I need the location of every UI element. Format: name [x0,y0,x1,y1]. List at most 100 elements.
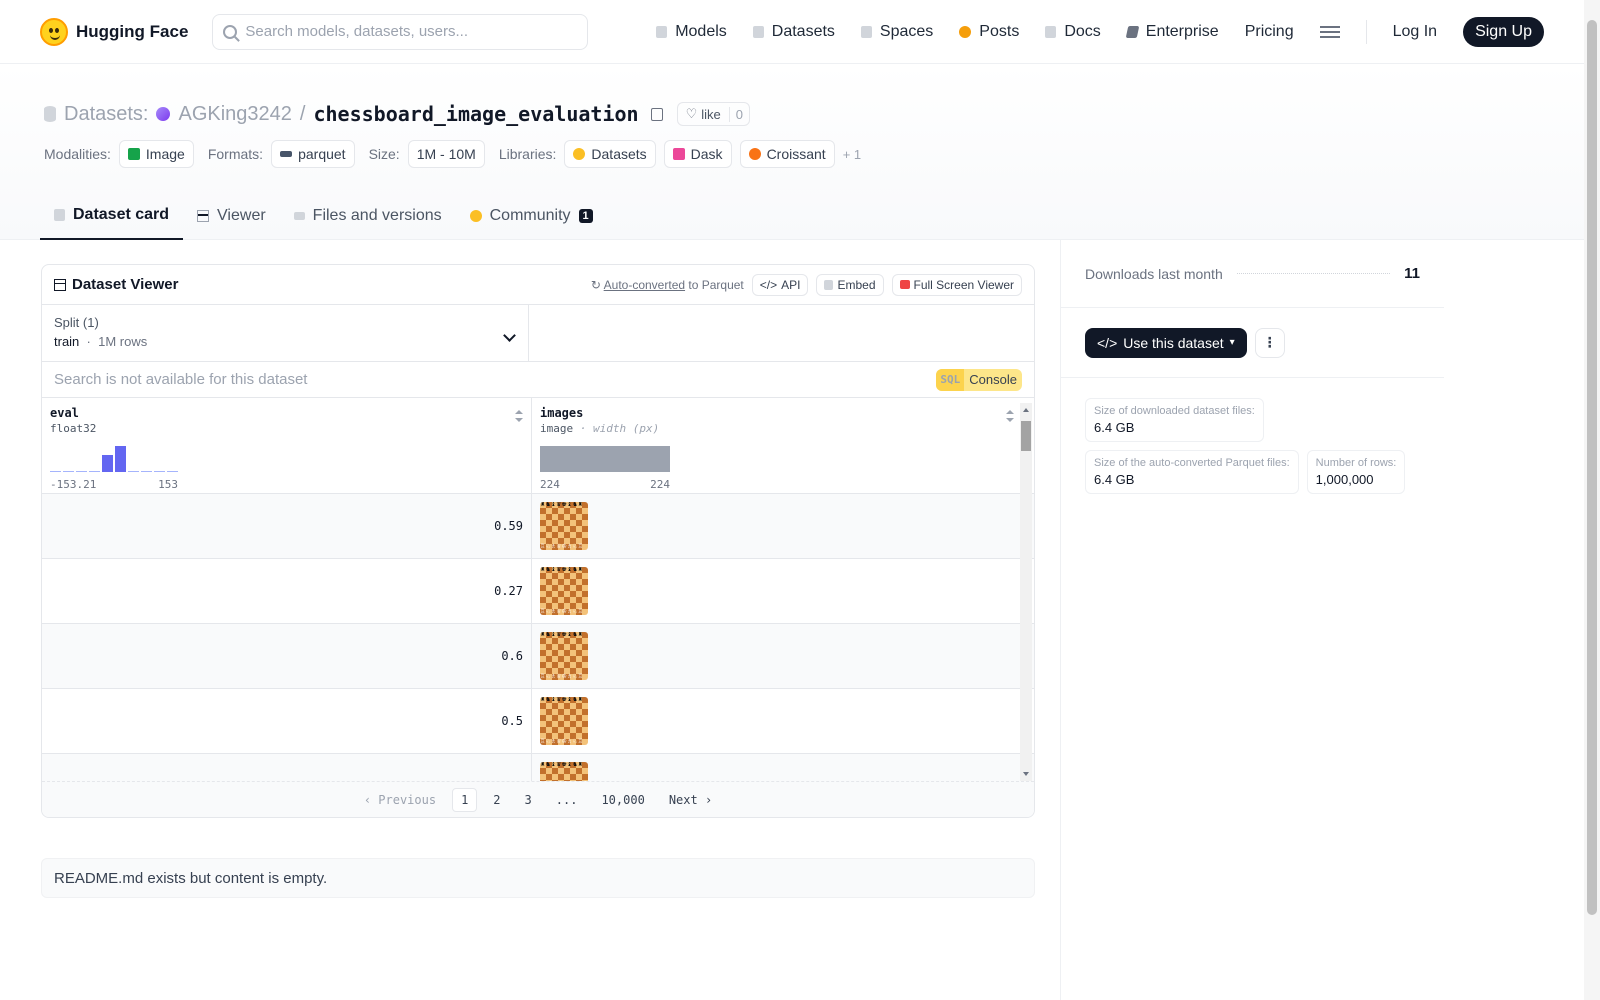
size-tag[interactable]: 1M - 10M [407,140,485,168]
community-icon [469,210,482,222]
library-datasets-label: Datasets [591,146,647,162]
split-selector[interactable]: Split (1) train · 1M rows [42,305,529,361]
tab-community[interactable]: Community 1 [456,192,607,240]
nav-datasets[interactable]: Datasets [752,23,835,41]
table-row[interactable] [42,754,1034,782]
library-tag-dask[interactable]: Dask [663,140,732,168]
tab-files[interactable]: Files and versions [280,192,456,240]
page-scrollbar[interactable] [1584,0,1600,1000]
embed-label: Embed [837,277,876,292]
nav-enterprise[interactable]: Enterprise [1125,23,1219,41]
more-libraries[interactable]: + 1 [843,147,861,162]
column-header-images[interactable]: images image · width (px) 224 224 [532,398,1022,493]
dataset-card-icon [54,209,65,221]
chessboard-thumbnail[interactable] [540,697,588,745]
nav-spaces-label: Spaces [879,22,934,40]
embed-icon [824,279,834,290]
models-icon [656,25,668,38]
previous-page-button[interactable]: ‹ Previous [356,789,444,811]
auto-converted-link[interactable]: Auto-converted [604,278,685,292]
table-row[interactable]: 0.59 [42,494,1034,559]
stat-label: Size of the auto-converted Parquet files… [1094,457,1290,469]
croissant-icon [748,148,761,160]
chessboard-thumbnail[interactable] [540,567,588,615]
chessboard-thumbnail[interactable] [540,502,588,550]
page-3[interactable]: 3 [517,789,540,811]
datasets-breadcrumb[interactable]: Datasets: [64,103,148,126]
image-cell[interactable] [532,689,1022,753]
table-scrollbar[interactable] [1020,403,1032,781]
format-tag-parquet[interactable]: parquet [271,140,355,168]
dataset-stats: Size of downloaded dataset files: 6.4 GB S… [1061,378,1444,514]
embed-button[interactable]: Embed [816,273,884,296]
chessboard-thumbnail[interactable] [540,632,588,680]
table-row[interactable]: 0.6 [42,624,1034,689]
global-search[interactable] [212,13,589,50]
console-label: Console [969,372,1017,387]
use-this-dataset-button[interactable]: </> Use this dataset ▾ [1085,327,1247,358]
column-type: float32 [50,422,97,435]
sort-icon[interactable] [515,410,523,422]
modality-label: Image [145,146,185,162]
page-scrollbar-thumb[interactable] [1587,20,1597,915]
more-options-button[interactable]: ⋮ [1254,327,1285,358]
spaces-icon [860,25,872,38]
histogram-bar [115,446,126,472]
column-header-eval[interactable]: eval float32 -153.21 153 [42,398,532,493]
nav-posts[interactable]: Posts [959,23,1019,41]
table-body: 0.590.270.60.5 [42,494,1034,782]
page-2[interactable]: 2 [485,789,508,811]
scrollbar-thumb[interactable] [1021,421,1031,451]
nav-docs[interactable]: Docs [1045,23,1101,41]
column-type: image [540,422,574,435]
chessboard-thumbnail[interactable] [540,762,588,782]
eval-histogram [50,446,178,472]
library-tag-datasets[interactable]: Datasets [564,140,656,168]
image-cell[interactable] [532,494,1022,558]
stat-value: 6.4 GB [1094,420,1135,435]
tab-viewer[interactable]: Viewer [183,192,280,240]
fullscreen-icon [899,280,910,289]
tab-dataset-card[interactable]: Dataset card [40,192,184,240]
table-row[interactable]: 0.27 [42,559,1034,624]
enterprise-icon [1125,25,1140,38]
nav-pricing-label: Pricing [1244,22,1294,40]
api-button[interactable]: </> API [751,273,809,296]
brand-link[interactable]: Hugging Face [40,17,188,46]
nav-spaces[interactable]: Spaces [860,22,934,41]
stat-value: 6.4 GB [1094,472,1135,487]
database-icon [44,106,56,122]
image-cell[interactable] [532,559,1022,623]
image-cell[interactable] [532,624,1022,688]
stat-value: 1,000,000 [1315,472,1374,487]
image-cell[interactable] [532,754,1022,782]
sort-icon[interactable] [1006,410,1014,422]
dataset-name[interactable]: chessboard_image_evaluation [313,102,638,126]
dataset-viewer: Dataset Viewer ↻ Auto-converted to Parqu… [41,264,1035,818]
more-menu-icon[interactable] [1319,25,1340,38]
histogram-bar [167,471,178,472]
formats-label: Formats: [207,146,264,162]
owner-avatar [156,107,171,121]
nav-models-label: Models [675,22,727,40]
search-input[interactable] [245,23,566,40]
page-last[interactable]: 10,000 [593,789,652,811]
library-tag-croissant[interactable]: Croissant [739,140,835,168]
image-width-bar [540,446,670,472]
owner-link[interactable]: AGKing3242 [178,103,291,126]
signup-button[interactable]: Sign Up [1463,16,1544,47]
search-unavailable-text: Search is not available for this dataset [54,371,308,388]
nav-pricing[interactable]: Pricing [1245,23,1294,41]
modality-tag-image[interactable]: Image [118,140,194,168]
nav-models[interactable]: Models [656,23,727,41]
next-page-button[interactable]: Next › [661,789,720,811]
fullscreen-viewer-button[interactable]: Full Screen Viewer [891,273,1022,296]
login-link[interactable]: Log In [1393,23,1437,41]
like-button[interactable]: ♡ like 0 [676,102,750,126]
table-row[interactable]: 0.5 [42,689,1034,754]
copy-icon[interactable] [650,107,663,121]
page-1[interactable]: 1 [452,787,478,812]
datasets-library-icon [573,148,586,160]
sql-console-button[interactable]: SQL Console [936,368,1022,391]
posts-icon [959,25,972,38]
